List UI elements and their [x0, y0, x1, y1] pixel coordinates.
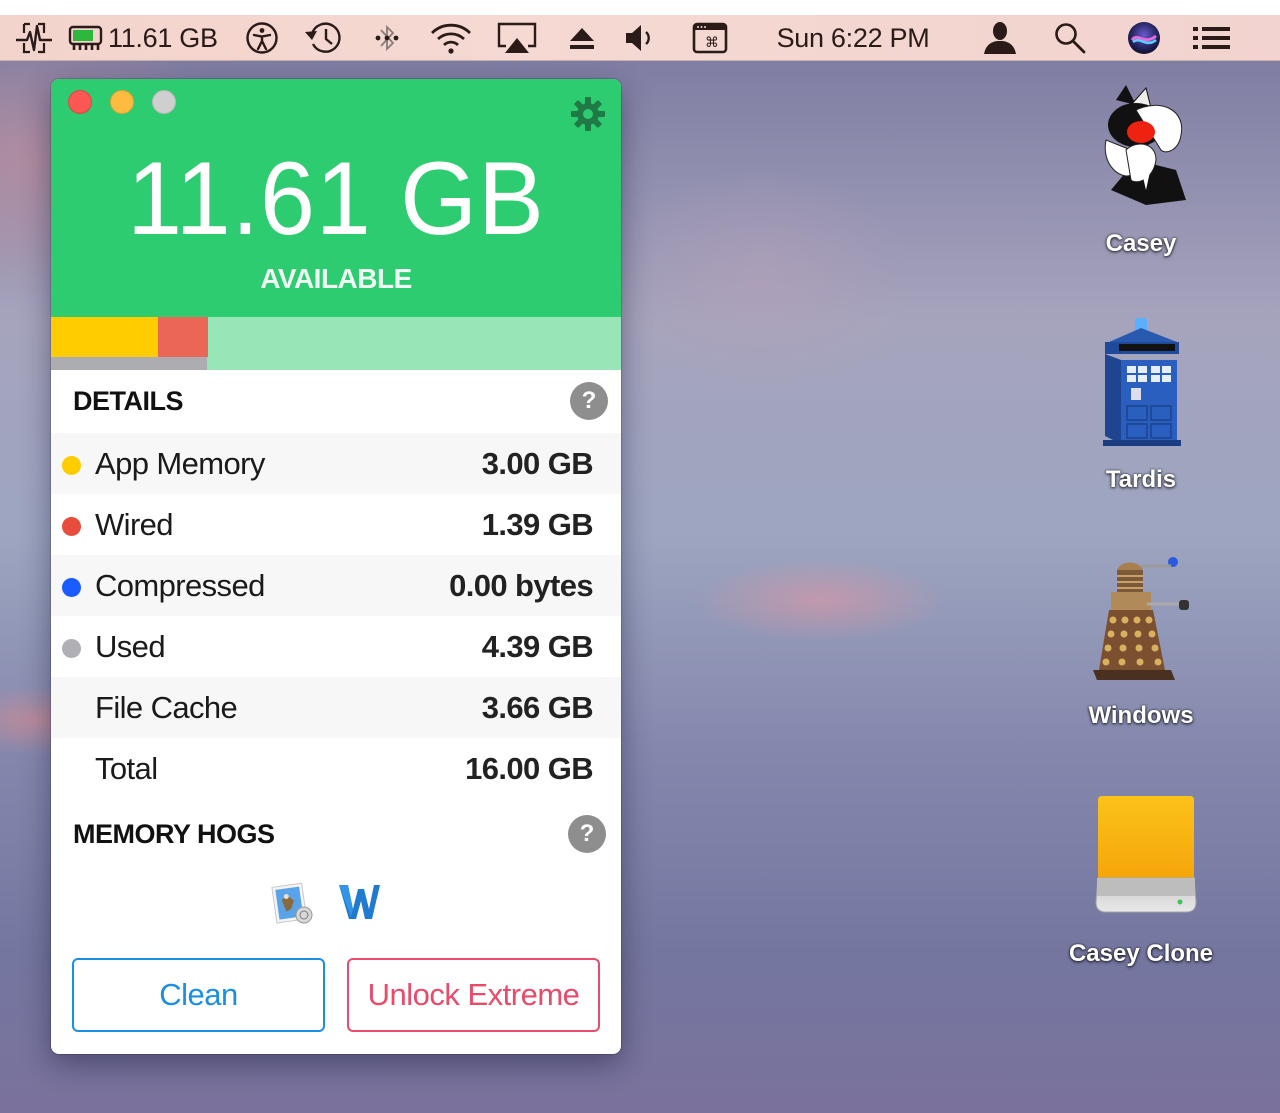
- zoom-window-button[interactable]: [152, 90, 176, 114]
- detail-label: Total: [95, 751, 158, 786]
- detail-value: 3.66 GB: [481, 690, 594, 725]
- memory-hogs-help-icon[interactable]: ?: [568, 815, 606, 853]
- desktop-icon-label: Casey: [1105, 230, 1177, 257]
- sylvester-cat-icon: [1091, 80, 1191, 210]
- detail-value: 16.00 GB: [465, 751, 593, 786]
- keyboard-shortcuts-icon[interactable]: ⌘: [688, 15, 732, 61]
- details-title: DETAILS: [73, 386, 184, 416]
- detail-value: 0.00 bytes: [449, 568, 594, 603]
- detail-label: Wired: [95, 507, 174, 542]
- accessibility-icon[interactable]: [242, 15, 282, 61]
- detail-row-compressed: Compressed 0.00 bytes: [51, 555, 621, 616]
- detail-row-file-cache: File Cache 3.66 GB: [51, 677, 621, 738]
- siri-icon[interactable]: [1124, 15, 1164, 61]
- available-memory-value: 11.61 GB: [127, 141, 545, 257]
- airplay-icon[interactable]: [495, 15, 539, 61]
- memory-readout[interactable]: 11.61 GB: [108, 15, 220, 61]
- minimize-window-button[interactable]: [110, 90, 134, 114]
- volume-icon[interactable]: [620, 15, 660, 61]
- details-header: DETAILS ?: [51, 370, 621, 432]
- detail-label: App Memory: [95, 446, 265, 481]
- memory-usage-bar: [51, 317, 621, 370]
- close-window-button[interactable]: [68, 90, 92, 114]
- memory-hogs-list: [51, 869, 621, 939]
- activity-monitor-icon[interactable]: [12, 15, 56, 61]
- memory-bar-used: [51, 357, 207, 370]
- details-help-icon[interactable]: ?: [570, 382, 608, 420]
- word-app-icon[interactable]: [336, 879, 382, 925]
- desktop-icon-windows[interactable]: Windows: [1041, 552, 1241, 742]
- detail-label: Used: [95, 629, 166, 664]
- time-machine-icon[interactable]: [302, 15, 346, 61]
- desktop-icon-casey-clone[interactable]: Casey Clone: [1041, 794, 1241, 984]
- available-label: AVAILABLE: [260, 263, 412, 294]
- detail-row-app-memory: App Memory 3.00 GB: [51, 433, 621, 494]
- detail-value: 1.39 GB: [481, 507, 594, 542]
- detail-value: 4.39 GB: [481, 629, 594, 664]
- detail-value: 3.00 GB: [481, 446, 594, 481]
- svg-text:⌘: ⌘: [705, 35, 719, 51]
- desktop-icon-label: Tardis: [1105, 466, 1177, 493]
- mail-app-icon[interactable]: [270, 879, 316, 925]
- tardis-icon: [1091, 316, 1191, 451]
- desktop-icon-casey[interactable]: Casey: [1041, 80, 1241, 270]
- clean-button[interactable]: Clean: [72, 958, 325, 1032]
- wired-dot: [62, 517, 81, 536]
- notification-center-icon[interactable]: [1188, 15, 1234, 61]
- spotlight-search-icon[interactable]: [1050, 15, 1090, 61]
- clock[interactable]: Sun 6:22 PM: [760, 15, 946, 61]
- detail-label: File Cache: [95, 690, 238, 725]
- unlock-extreme-button[interactable]: Unlock Extreme: [347, 958, 600, 1032]
- detail-row-total: Total 16.00 GB: [51, 738, 621, 799]
- desktop-icon-label: Casey Clone: [1068, 940, 1214, 967]
- bluetooth-icon[interactable]: [370, 15, 404, 61]
- detail-label: Compressed: [95, 568, 265, 603]
- menu-bar: 11.61 GB ⌘ Sun 6:22 PM: [0, 15, 1280, 61]
- memory-chip-icon[interactable]: [67, 15, 105, 61]
- wifi-icon[interactable]: [426, 15, 476, 61]
- memory-bar-app-memory: [51, 317, 158, 357]
- desktop-icon-label: Windows: [1088, 702, 1194, 729]
- dalek-icon: [1091, 552, 1191, 687]
- memory-readout-label: 11.61 GB: [108, 22, 218, 53]
- memory-clean-window: 11.61 GB AVAILABLE DETAILS ? App Memory …: [51, 79, 621, 1054]
- detail-row-wired: Wired 1.39 GB: [51, 494, 621, 555]
- memory-bar-wired: [158, 317, 208, 357]
- used-dot: [62, 639, 81, 658]
- clock-label: Sun 6:22 PM: [776, 22, 930, 53]
- user-icon[interactable]: [978, 15, 1022, 61]
- available-memory-header: 11.61 GB AVAILABLE: [51, 79, 621, 317]
- external-drive-icon: [1091, 794, 1197, 919]
- gear-icon[interactable]: [569, 95, 607, 133]
- detail-row-used: Used 4.39 GB: [51, 616, 621, 677]
- desktop-icon-tardis[interactable]: Tardis: [1041, 316, 1241, 506]
- memory-hogs-header: MEMORY HOGS ?: [51, 803, 621, 865]
- memory-hogs-title: MEMORY HOGS: [73, 819, 275, 849]
- compressed-dot: [62, 578, 81, 597]
- app-memory-dot: [62, 456, 81, 475]
- eject-icon[interactable]: [564, 15, 600, 61]
